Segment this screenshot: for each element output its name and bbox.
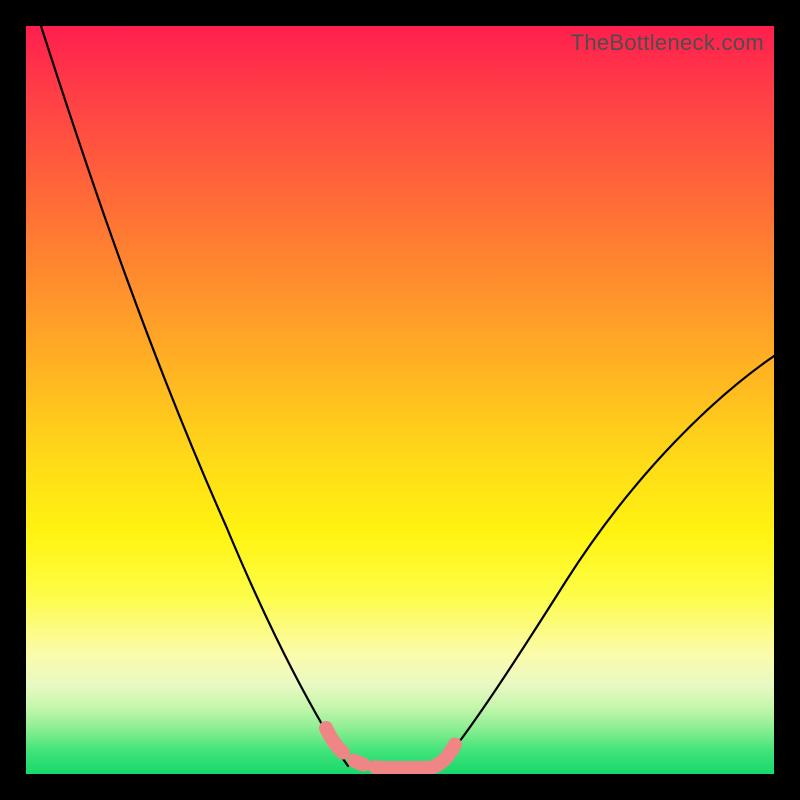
plot-area: TheBottleneck.com	[26, 26, 774, 774]
chart-frame: TheBottleneck.com	[0, 0, 800, 800]
left-curve-path	[41, 26, 348, 766]
curve-svg	[26, 26, 774, 774]
right-curve-path	[440, 356, 774, 766]
